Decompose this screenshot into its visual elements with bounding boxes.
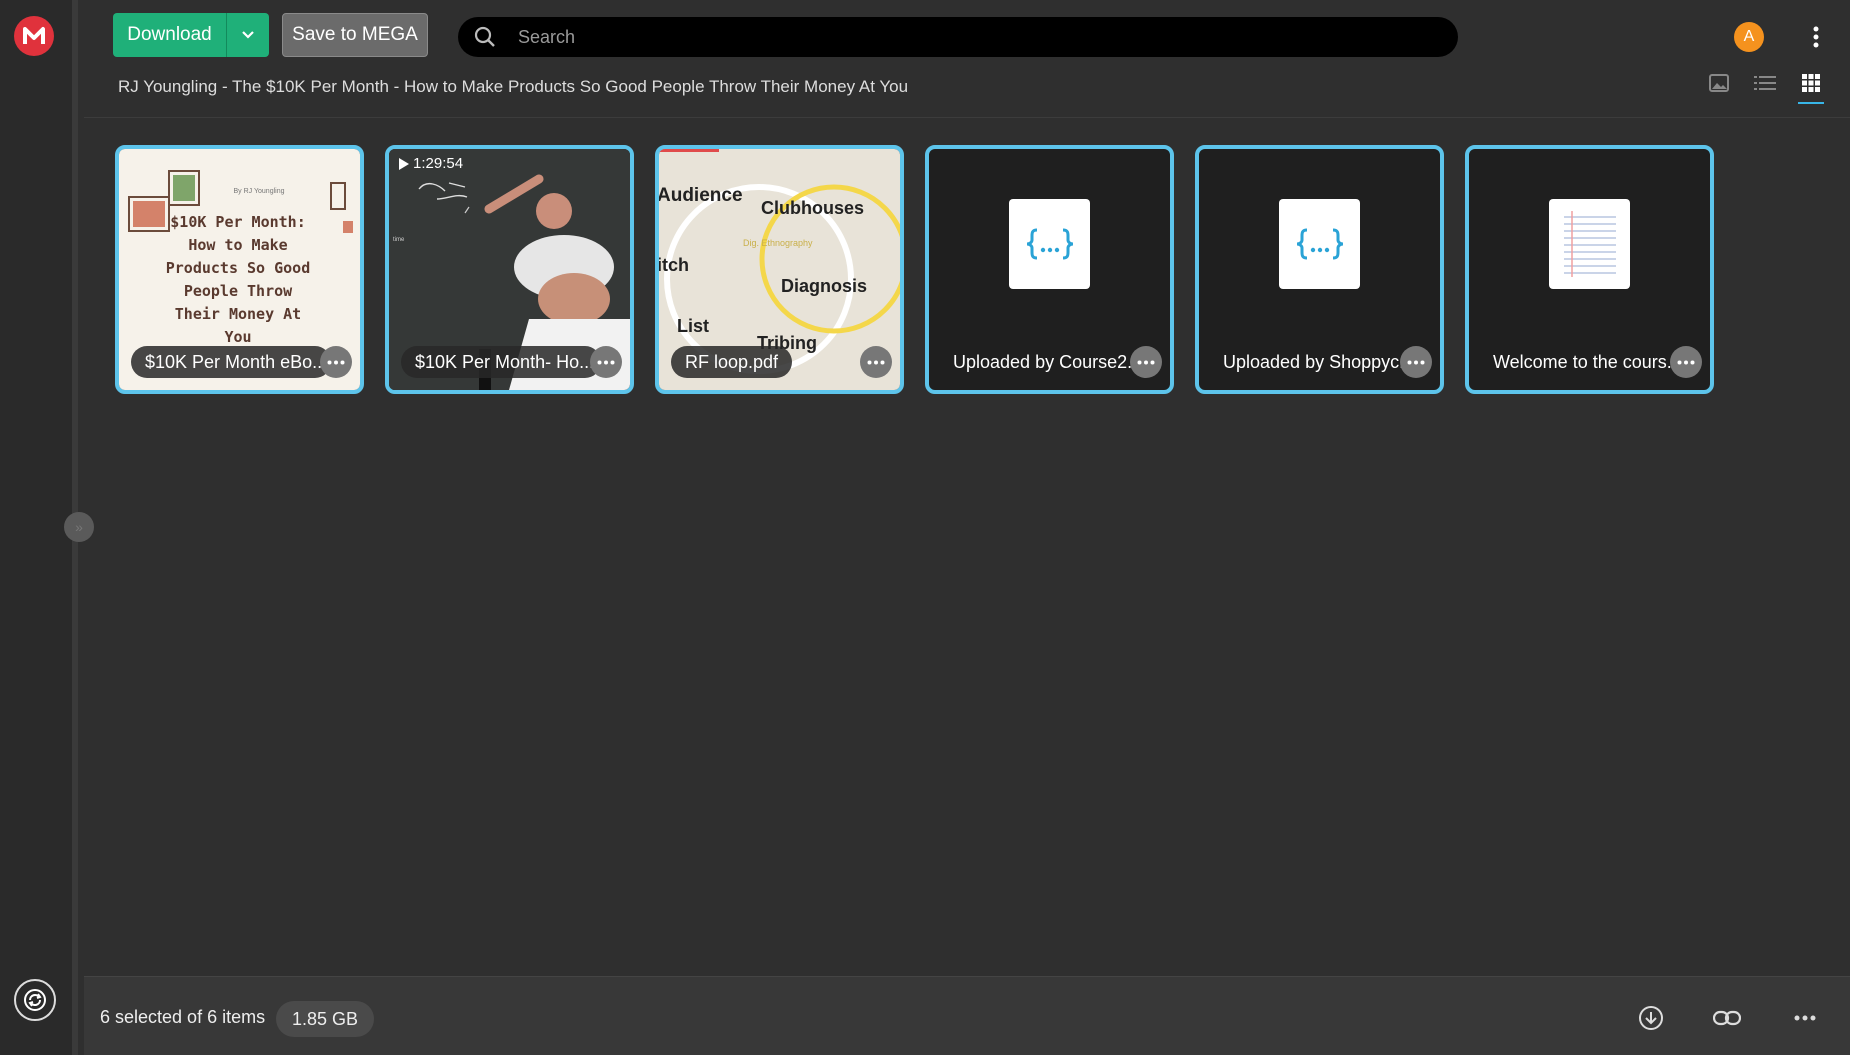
transfer-manager-icon[interactable] [14,979,56,1021]
file-tile-code-2[interactable]: Uploaded by Shoppyc... [1195,145,1444,394]
file-tile-video[interactable]: time 1:29:54 $10K Per Month- Ho... [385,145,634,394]
file-options-icon[interactable] [1400,346,1432,378]
file-options-icon[interactable] [1670,346,1702,378]
file-name: RF loop.pdf [671,346,793,378]
avatar[interactable]: A [1734,22,1764,52]
diagram-label: Diagnosis [781,276,867,296]
file-tile-code-1[interactable]: Uploaded by Course2... [925,145,1174,394]
media-view-icon[interactable] [1706,74,1732,104]
file-tile-text[interactable]: Welcome to the cours... [1465,145,1714,394]
search-bar [458,17,1458,57]
top-bar: Download Save to MEGA A RJ Youngling - T… [84,0,1850,118]
video-duration: 1:29:54 [399,155,463,172]
code-file-icon [1009,199,1090,289]
file-tile-ebook[interactable]: By RJ Youngling $10K Per Month: How to M… [115,145,364,394]
diagram-label: Clubhouses [761,198,864,218]
breadcrumb[interactable]: RJ Youngling - The $10K Per Month - How … [118,77,908,97]
search-icon [472,24,498,50]
mega-logo-icon[interactable] [14,16,54,56]
grid-view-icon[interactable] [1798,74,1824,104]
diagram-label: itch [659,255,689,275]
selection-bar: 6 selected of 6 items 1.85 GB [84,976,1850,1055]
expand-sidebar-icon[interactable]: » [64,512,94,542]
download-button[interactable]: Download [113,13,269,57]
file-tile-pdf[interactable]: Audience Clubhouses itch Diagnosis List … [655,145,904,394]
file-options-icon[interactable] [590,346,622,378]
diagram-label: Audience [659,185,743,206]
file-name: Welcome to the cours... [1493,351,1682,372]
more-options-icon[interactable] [1806,22,1826,52]
selection-size: 1.85 GB [276,1001,375,1037]
video-duration-text: 1:29:54 [413,155,464,172]
file-grid: By RJ Youngling $10K Per Month: How to M… [115,145,1714,394]
file-options-icon[interactable] [860,346,892,378]
diagram-label: List [677,316,709,336]
play-icon [399,157,409,170]
code-file-icon [1279,199,1360,289]
left-sidebar: » [0,0,94,1055]
download-selected-icon[interactable] [1636,1003,1666,1033]
diagram-label: Dig. Ethnography [743,238,813,248]
file-name: $10K Per Month- Ho... [401,346,601,378]
download-button-label: Download [127,24,212,45]
file-options-icon[interactable] [1130,346,1162,378]
download-options-chevron-down-icon[interactable] [226,13,269,57]
ebook-cover-byline: By RJ Youngling [234,188,285,195]
file-name: $10K Per Month eBo... [131,346,331,378]
selection-count: 6 selected of 6 items [100,1007,266,1027]
view-switcher [1706,74,1824,104]
file-name: Uploaded by Shoppyc... [1223,351,1415,372]
save-to-mega-button[interactable]: Save to MEGA [282,13,428,57]
list-view-icon[interactable] [1752,74,1778,104]
text-file-icon [1549,199,1630,289]
ebook-cover-title: $10K Per Month: How to Make Products So … [165,213,311,346]
file-options-icon[interactable] [320,346,352,378]
svg-text:time: time [393,237,405,243]
more-actions-icon[interactable] [1790,1003,1820,1033]
file-name: Uploaded by Course2... [953,351,1143,372]
search-input[interactable] [518,26,1418,48]
get-link-icon[interactable] [1712,1003,1742,1033]
